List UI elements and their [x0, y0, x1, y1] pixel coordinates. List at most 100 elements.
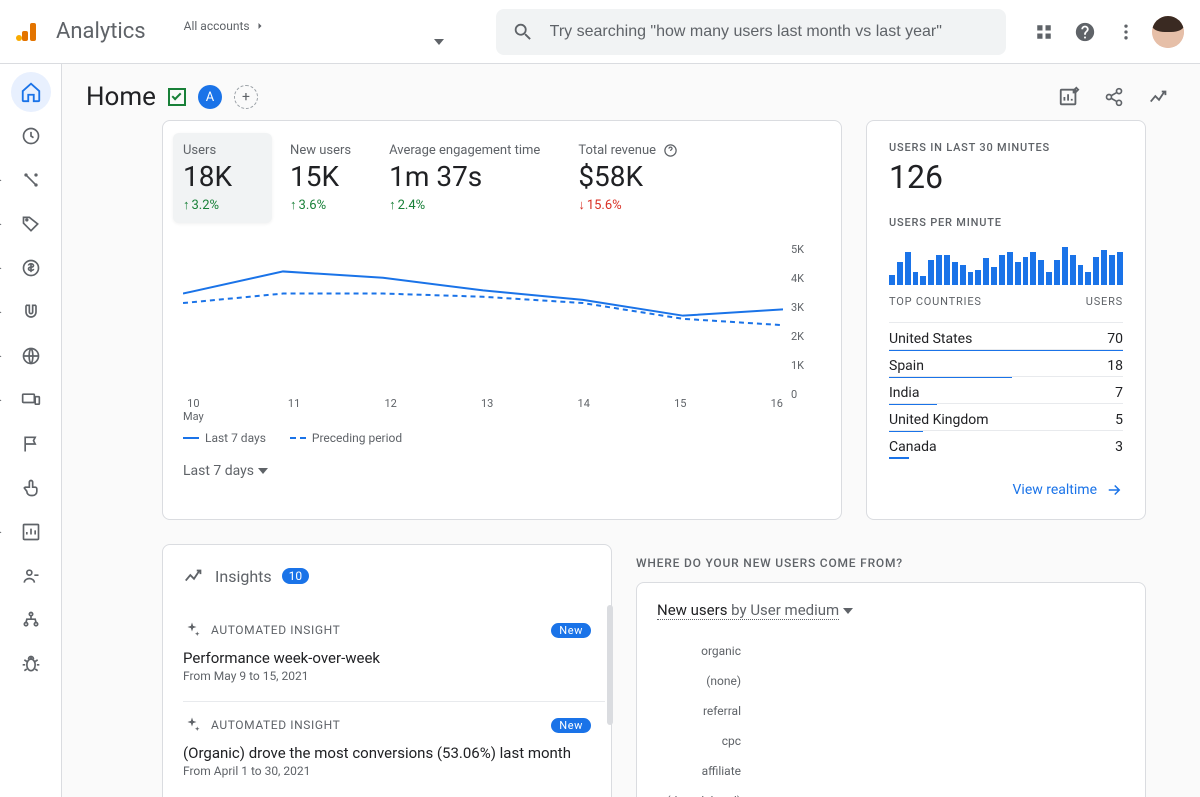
per-minute-label: USERS PER MINUTE — [889, 216, 1123, 229]
arrow-up-icon: ↑ — [183, 197, 190, 213]
overview-card: Users 18K ↑3.2% New users 15K ↑3.6% Aver… — [162, 120, 842, 520]
hierarchy-icon — [21, 610, 41, 630]
more-vert-icon[interactable] — [1111, 12, 1140, 52]
page-title: Home — [86, 82, 156, 112]
caret-down-icon — [258, 468, 268, 474]
caret-down-icon — [843, 608, 853, 614]
page-header: Home A + — [62, 64, 1200, 120]
country-row: Spain18 — [889, 349, 1123, 376]
users-line-chart: 5K4K3K2K1K0 10May111213141516 — [183, 243, 821, 423]
country-row: India7 — [889, 376, 1123, 403]
users-column-label: USERS — [1086, 295, 1123, 308]
hbar-row: (none) — [657, 668, 1125, 694]
insights-spark-icon — [183, 565, 205, 587]
help-icon[interactable] — [663, 143, 678, 158]
nav-retention[interactable]: ▸ — [11, 292, 51, 332]
apps-icon[interactable] — [1030, 12, 1059, 52]
metric-revenue[interactable]: Total revenue $58K ↓15.6% — [578, 133, 698, 223]
globe-icon — [21, 346, 41, 366]
metric-new-users[interactable]: New users 15K ↑3.6% — [290, 133, 371, 223]
new-badge: New — [551, 718, 591, 733]
nav-monetization[interactable]: ▸ — [11, 248, 51, 288]
country-row: United States70 — [889, 322, 1123, 349]
realtime-value: 126 — [889, 158, 1123, 196]
flag-icon — [21, 434, 41, 454]
chart-icon — [21, 522, 41, 542]
add-comparison-button[interactable]: + — [234, 85, 258, 109]
touch-icon — [21, 478, 41, 498]
home-icon — [20, 81, 42, 103]
sources-dimension-selector[interactable]: New users by User medium — [657, 601, 1125, 620]
help-icon[interactable] — [1070, 12, 1099, 52]
arrow-down-icon: ↓ — [578, 197, 585, 213]
nav-reports[interactable]: ▸ — [11, 512, 51, 552]
bug-icon — [21, 654, 41, 674]
search-input[interactable] — [550, 23, 990, 41]
search-box[interactable] — [496, 9, 1006, 55]
nav-users[interactable] — [11, 556, 51, 596]
content-area: Home A + Users 18K ↑3.2% — [62, 64, 1200, 797]
new-badge: New — [551, 623, 591, 638]
account-label: All accounts — [184, 19, 250, 33]
realtime-card: USERS IN LAST 30 MINUTES 126 USERS PER M… — [866, 120, 1146, 520]
view-realtime-link[interactable]: View realtime — [1013, 481, 1123, 499]
nav-home[interactable] — [11, 72, 51, 112]
insight-item[interactable]: AUTOMATED INSIGHT New (Organic) drove th… — [183, 701, 605, 790]
nav-devices[interactable]: ▸ — [11, 380, 51, 420]
insights-card: Insights 10 AUTOMATED INSIGHT New Perfor… — [162, 544, 612, 797]
nav-geography[interactable]: ▸ — [11, 336, 51, 376]
tag-icon — [21, 214, 41, 234]
scrollbar[interactable] — [607, 605, 613, 725]
nav-attribution[interactable]: ▸ — [11, 160, 51, 200]
arrow-right-icon — [1105, 481, 1123, 499]
hbar-row: referral — [657, 698, 1125, 724]
sources-bar-chart: organic (none) referral cpc — [657, 638, 1125, 797]
product-name: Analytics — [56, 19, 146, 44]
search-icon — [512, 21, 534, 43]
arrow-up-icon: ↑ — [290, 197, 297, 213]
nav-tags[interactable]: ▸ — [11, 204, 51, 244]
insights-icon[interactable] — [1142, 80, 1176, 114]
date-range-selector[interactable]: Last 7 days — [183, 463, 821, 479]
caret-down-icon — [434, 39, 444, 45]
sources-card: New users by User medium organic (none) … — [636, 582, 1146, 797]
metrics-row: Users 18K ↑3.2% New users 15K ↑3.6% Aver… — [183, 133, 821, 223]
insights-title: Insights — [215, 567, 272, 586]
ga-logo-icon — [16, 23, 36, 41]
per-minute-bars — [889, 247, 1123, 285]
country-row: United Kingdom5 — [889, 403, 1123, 430]
nav-gestures[interactable] — [11, 468, 51, 508]
app-bar: Analytics All accounts — [0, 0, 1200, 64]
sparkle-icon — [183, 621, 201, 639]
nav-flags[interactable] — [11, 424, 51, 464]
top-countries-label: TOP COUNTRIES — [889, 295, 982, 308]
chart-legend: Last 7 days Preceding period — [183, 431, 821, 445]
sources-section-heading: WHERE DO YOUR NEW USERS COME FROM? — [636, 544, 1146, 582]
hbar-row: affiliate — [657, 758, 1125, 784]
metric-engagement[interactable]: Average engagement time 1m 37s ↑2.4% — [389, 133, 560, 223]
comparison-chip[interactable]: A — [198, 85, 222, 109]
country-table: United States70 Spain18 India7 United Ki… — [889, 322, 1123, 457]
nav-debug[interactable] — [11, 644, 51, 684]
metric-users[interactable]: Users 18K ↑3.2% — [173, 133, 272, 223]
share-icon[interactable] — [1098, 81, 1130, 113]
chevron-right-icon — [254, 20, 266, 32]
verified-icon — [168, 88, 186, 106]
customize-report-icon[interactable] — [1052, 80, 1086, 114]
clock-icon — [21, 126, 41, 146]
nav-hierarchy[interactable] — [11, 600, 51, 640]
sparkle-icon — [183, 716, 201, 734]
left-nav: ▸ ▸ ▸ ▸ ▸ ▸ ▸ — [0, 64, 62, 797]
insight-item[interactable]: AUTOMATED INSIGHT New Performance week-o… — [183, 607, 605, 695]
dollar-icon — [21, 258, 41, 278]
user-remove-icon — [21, 566, 41, 586]
hbar-row: (data deleted) — [657, 788, 1125, 797]
account-selector[interactable]: All accounts — [184, 19, 484, 45]
devices-icon — [21, 390, 41, 410]
hbar-row: cpc — [657, 728, 1125, 754]
path-icon — [21, 170, 41, 190]
magnet-icon — [21, 302, 41, 322]
nav-recent[interactable] — [11, 116, 51, 156]
profile-avatar[interactable] — [1152, 12, 1184, 52]
hbar-row: organic — [657, 638, 1125, 664]
